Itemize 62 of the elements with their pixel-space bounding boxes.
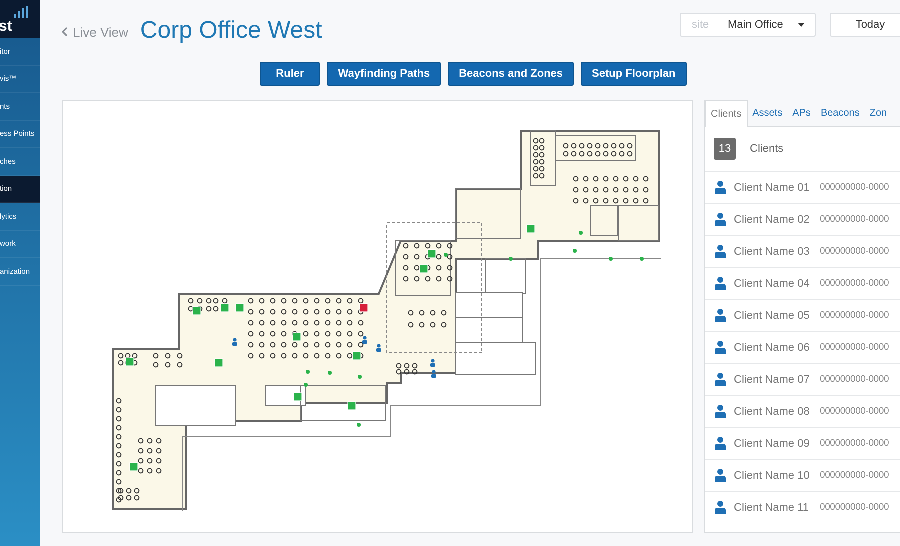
person-icon (715, 405, 726, 418)
count-badge: 13 (714, 138, 736, 160)
client-row[interactable]: Client Name 03 000000000-0000 (705, 235, 900, 267)
person-icon (715, 181, 726, 194)
caret-icon (798, 23, 805, 27)
client-row[interactable]: Client Name 06 000000000-0000 (705, 331, 900, 363)
panel-tab[interactable]: Zon (864, 100, 892, 126)
client-id: 000000000-0000 (820, 470, 890, 481)
back-link[interactable]: Live View (62, 22, 128, 42)
toolbar-button[interactable]: Setup Floorplan (581, 62, 687, 86)
client-name: Client Name 06 (734, 342, 811, 354)
client-id: 000000000-0000 (820, 310, 890, 321)
chevron-left-icon (62, 27, 68, 37)
person-icon (715, 245, 726, 258)
panel-tab[interactable]: APs (788, 100, 816, 126)
toolbar-button[interactable]: Ruler (260, 62, 320, 86)
client-name: Client Name 02 (734, 214, 811, 226)
client-name: Client Name 04 (734, 278, 811, 290)
person-icon (715, 277, 726, 290)
client-id: 000000000-0000 (820, 278, 890, 289)
panel-tab[interactable]: Assets (748, 100, 788, 126)
client-row[interactable]: Client Name 05 000000000-0000 (705, 299, 900, 331)
person-icon (715, 309, 726, 322)
client-id: 000000000-0000 (820, 502, 890, 513)
person-icon (715, 501, 726, 514)
client-name: Client Name 08 (734, 406, 811, 418)
logo-bars-icon (14, 6, 28, 18)
panel-tab[interactable]: Clients (705, 100, 748, 127)
person-icon (715, 437, 726, 450)
count-label: Clients (750, 143, 784, 155)
client-row[interactable]: Client Name 09 000000000-0000 (705, 427, 900, 459)
client-row[interactable]: Client Name 01 000000000-0000 (705, 171, 900, 203)
client-name: Client Name 10 (734, 470, 811, 482)
client-row[interactable]: Client Name 11 000000000-0000 (705, 491, 900, 523)
client-name: Client Name 07 (734, 374, 811, 386)
client-id: 000000000-0000 (820, 214, 890, 225)
client-id: 000000000-0000 (820, 182, 890, 193)
site-dropdown[interactable]: site Main Office (680, 13, 816, 37)
client-row[interactable]: Client Name 08 000000000-0000 (705, 395, 900, 427)
page-title: Corp Office West (140, 17, 322, 45)
toolbar-button[interactable]: Beacons and Zones (448, 62, 574, 86)
toolbar-button[interactable]: Wayfinding Paths (327, 62, 442, 86)
date-button[interactable]: Today (830, 13, 900, 37)
client-id: 000000000-0000 (820, 438, 890, 449)
client-id: 000000000-0000 (820, 406, 890, 417)
client-row[interactable]: Client Name 10 000000000-0000 (705, 459, 900, 491)
person-icon (715, 213, 726, 226)
client-row[interactable]: Client Name 07 000000000-0000 (705, 363, 900, 395)
client-name: Client Name 09 (734, 438, 811, 450)
client-name: Client Name 05 (734, 310, 811, 322)
panel-tab[interactable]: Beacons (816, 100, 865, 126)
client-name: Client Name 01 (734, 182, 811, 194)
person-icon (715, 373, 726, 386)
client-id: 000000000-0000 (820, 374, 890, 385)
person-icon (715, 341, 726, 354)
client-name: Client Name 11 (734, 502, 810, 514)
person-icon (715, 469, 726, 482)
client-row[interactable]: Client Name 04 000000000-0000 (705, 267, 900, 299)
client-id: 000000000-0000 (820, 246, 890, 257)
client-row[interactable]: Client Name 02 000000000-0000 (705, 203, 900, 235)
client-id: 000000000-0000 (820, 342, 890, 353)
client-name: Client Name 03 (734, 246, 811, 258)
